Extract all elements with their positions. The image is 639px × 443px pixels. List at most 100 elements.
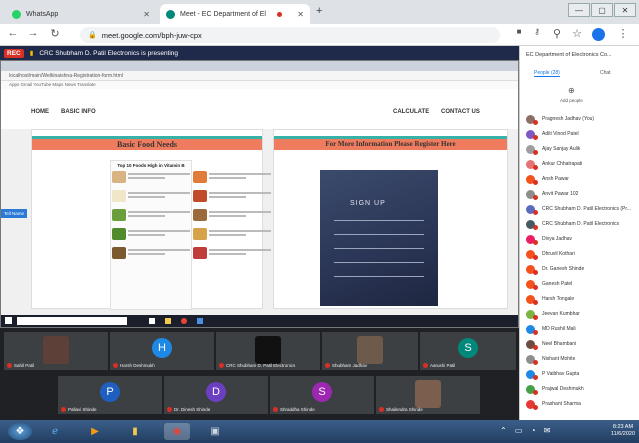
participant-row[interactable]: Harsh Tongale (520, 292, 639, 306)
tab-whatsapp[interactable]: WhatsApp ✕ (6, 4, 156, 24)
tab-label: Meet - EC Department of El (180, 10, 266, 18)
lock-icon: 🔒 (88, 32, 97, 39)
site-nav: HOME BASIC INFO CALCULATE CONTACT US (1, 89, 518, 129)
back-icon[interactable]: ← (6, 27, 20, 39)
participant-name: Jeevan Kumbhar (542, 311, 580, 317)
mic-off-icon (533, 254, 538, 260)
folder-icon[interactable]: ▮ (124, 423, 146, 440)
key-icon[interactable]: ⚷ (530, 27, 544, 36)
participant-row[interactable]: Jeevan Kumbhar (520, 307, 639, 321)
media-player-icon[interactable]: ▶ (84, 423, 106, 440)
participant-name: Ankur Chhatrapati (542, 161, 583, 167)
close-window-button[interactable]: ✕ (614, 3, 636, 17)
minimize-button[interactable]: — (568, 3, 590, 17)
mic-off-icon (533, 179, 538, 185)
avatar: D (206, 382, 226, 402)
participant-name: Prashant Sharma (542, 401, 581, 407)
participant-name: Sahil Patil (14, 363, 35, 368)
mic-off-icon (533, 194, 538, 200)
mic-off-icon (219, 363, 224, 368)
reload-icon[interactable]: ↻ (48, 27, 62, 40)
participant-name: Dr. Ganesh Shinde (542, 266, 585, 272)
close-icon[interactable]: ✕ (143, 10, 150, 19)
video-tile[interactable]: H Harsh Deshmukh (110, 332, 214, 370)
participant-name: Aditi Vinod Patel (542, 131, 579, 137)
food-item (111, 170, 191, 188)
chrome-icon[interactable]: ◉ (164, 423, 190, 440)
food-image (112, 228, 126, 240)
nav-calculate: CALCULATE (393, 109, 430, 115)
participant-row[interactable]: Prajwal Deshmukh (520, 382, 639, 396)
participant-row[interactable]: Pragnesh Jadhav (You) (520, 112, 639, 126)
search-icon[interactable]: ⚲ (550, 27, 564, 40)
forward-icon[interactable]: → (26, 27, 40, 39)
folder-icon (165, 318, 171, 324)
task-icon (149, 318, 155, 324)
window-icon[interactable]: ▣ (204, 423, 226, 440)
system-tray-icons[interactable]: ⌃ ▭ ◔ ✉ (500, 426, 553, 435)
maximize-button[interactable]: ▢ (591, 3, 613, 17)
avatar[interactable] (592, 28, 605, 41)
participant-row[interactable]: CRC Shubham D. Patil Electronics (520, 217, 639, 231)
food-card: Top 10 Foods High in Vitamin B (110, 160, 271, 310)
food-image (112, 209, 126, 221)
participant-row[interactable]: Anvit Pawar 102 (520, 187, 639, 201)
add-person-icon[interactable]: ⊕ (568, 86, 575, 95)
video-tile[interactable]: Shailendra Shinde (376, 376, 480, 414)
mic-off-icon (7, 363, 12, 368)
participant-row[interactable]: Ansh Pawar (520, 172, 639, 186)
video-tile[interactable]: Sahil Patil (4, 332, 108, 370)
participant-row[interactable]: Dhruvil Kothari (520, 247, 639, 261)
ie-icon[interactable]: ℯ (44, 423, 66, 440)
presenting-bar: REC ▮ CRC Shubham D. Patil Electronics i… (0, 46, 519, 60)
participant-row[interactable]: Neel Bhambani (520, 337, 639, 351)
mic-off-icon (379, 407, 384, 412)
video-tile[interactable]: Shubham Jadhav (322, 332, 418, 370)
mic-off-icon (533, 314, 538, 320)
address-bar[interactable]: 🔒 meet.google.com/bph-juw-cpx (80, 27, 500, 43)
search-box (17, 317, 127, 325)
tab-chat[interactable]: Chat (600, 70, 611, 76)
tab-people[interactable]: People (28) (534, 70, 560, 77)
new-tab-button[interactable]: + (316, 5, 322, 17)
participant-row[interactable]: Ankur Chhatrapati (520, 157, 639, 171)
participant-row[interactable]: Divya Jadhav (520, 232, 639, 246)
participant-row[interactable]: MD Rushil Mali (520, 322, 639, 336)
menu-icon[interactable]: ⋮ (616, 27, 630, 40)
app-icon (197, 318, 203, 324)
participant-row[interactable]: Ganesh Patel (520, 277, 639, 291)
participant-row[interactable]: P Vaibhav Gupta (520, 367, 639, 381)
tab-meet[interactable]: Meet - EC Department of El ✕ (160, 4, 310, 24)
video-tile[interactable]: P Pallavi Shinde (58, 376, 162, 414)
windows-icon (5, 317, 12, 324)
close-icon[interactable]: ✕ (297, 10, 304, 19)
video-tile[interactable]: CRC Shubham D. Patil Electronics (216, 332, 320, 370)
tell-name-button: Tell Name (1, 209, 27, 218)
participant-row[interactable]: Nishant Mohite (520, 352, 639, 366)
participant-row[interactable]: Aditi Vinod Patel (520, 127, 639, 141)
mic-off-icon (533, 344, 538, 350)
participant-name: CRC Shubham D. Patil Electronics (Pr... (542, 206, 631, 212)
mic-off-icon (533, 374, 538, 380)
signup-title: SIGN UP (350, 200, 386, 207)
mic-off-icon (423, 363, 428, 368)
avatar (255, 336, 281, 364)
mic-off-icon (533, 389, 538, 395)
camera-icon[interactable]: ■ (512, 27, 526, 36)
avatar: H (152, 338, 172, 358)
participant-name: Dr. Dinesh Shinde (174, 407, 211, 412)
participant-row[interactable]: Ajay Sanjay Aulik (520, 142, 639, 156)
recording-dot-icon (276, 11, 282, 17)
participant-row[interactable]: Dr. Ganesh Shinde (520, 262, 639, 276)
video-tile[interactable]: S Aarushi Patil (420, 332, 516, 370)
food-panel: Basic Food Needs Top 10 Foods High in Vi… (31, 129, 271, 310)
participant-row[interactable]: Prashant Sharma (520, 397, 639, 411)
video-tile[interactable]: S Shraddha Shinde (270, 376, 374, 414)
participant-row[interactable]: CRC Shubham D. Patil Electronics (Pr... (520, 202, 639, 216)
star-icon[interactable]: ☆ (570, 27, 584, 40)
video-tile[interactable]: D Dr. Dinesh Shinde (164, 376, 268, 414)
system-clock[interactable]: 8:23 AM 11/6/2020 (611, 424, 635, 438)
presenting-text: CRC Shubham D. Patil Electronics is pres… (39, 49, 179, 57)
participant-name: Neel Bhambani (542, 341, 577, 347)
start-button[interactable]: ❖ (8, 423, 32, 440)
